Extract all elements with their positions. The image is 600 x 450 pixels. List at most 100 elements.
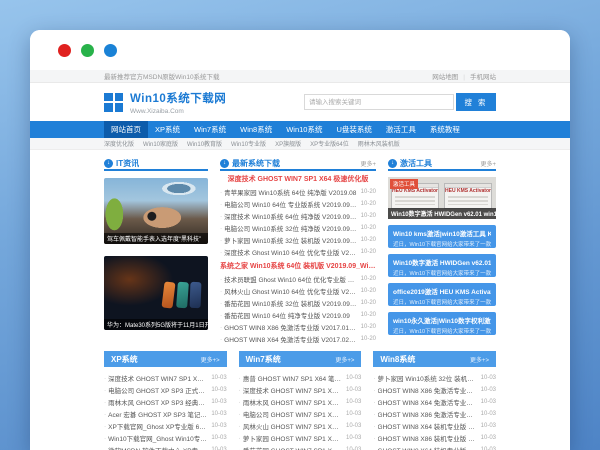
download-list-item[interactable]: XP下载官网_Ghost XP专业版 64位 V20 10-03	[104, 420, 227, 432]
news-post-huawei[interactable]: 华为：Mate30系列5G版将于11月1日开售	[104, 256, 208, 330]
subnav-link[interactable]: Win10教育版	[187, 139, 222, 148]
top-link[interactable]: 网站地图	[432, 71, 458, 81]
tool-box[interactable]: Win10数字激活 HWIDGen v62.01 win10激活 近日，Win1…	[388, 254, 496, 277]
tool-box[interactable]: win10永久激活|Win10数字权利激活神器 HWI 近日，Win10下载官网…	[388, 312, 496, 335]
item-date: 10-20	[361, 288, 376, 294]
nav-item[interactable]: 网站首页	[104, 121, 148, 138]
download-list-item[interactable]: 番茄花园 Win10系统 32位 装机版 V2019.09_Win10 10-2…	[220, 297, 376, 309]
window-maximize-icon[interactable]	[104, 44, 117, 57]
download-list-item[interactable]: 深度技术 GHOST WIN7 SP1 X64 中秋 10-03	[239, 384, 362, 396]
item-date: 10-03	[346, 423, 361, 429]
download-list-item[interactable]: 电脑公司 GHOST WIN7 SP1 X86 正式 10-03	[239, 408, 362, 420]
nav-item[interactable]: XP系统	[148, 121, 187, 138]
tools-more-link[interactable]: 更多+	[480, 159, 496, 168]
download-list-item[interactable]: GHOST WIN8 X64 装机专业版 V2017 10-03	[373, 444, 496, 450]
xp-more-link[interactable]: 更多+>	[201, 355, 220, 364]
win8-more-link[interactable]: 更多+>	[470, 355, 489, 364]
download-list-item[interactable]: 深度技术 Ghost Win10 64位 优化专业版 V2019.09 10-2…	[220, 246, 376, 258]
download-list-item[interactable]: GHOST WIN8 X64 免激活专业版 V201 10-03	[373, 396, 496, 408]
download-list-item[interactable]: GHOST WIN8 X86 免激活专业版 V201 10-03	[373, 408, 496, 420]
nav-item[interactable]: Win10系统	[279, 121, 329, 138]
download-list-item[interactable]: 番茄花园 Win10 64位 纯净专业版 V2019.09 10-20	[220, 309, 376, 321]
item-title: 风林火山 Ghost Win10 64位 优化专业版 V2019.09	[224, 286, 356, 296]
subnav-link[interactable]: XP旗舰版	[275, 139, 301, 148]
tool-box-list: Win10 kms激活|win10激活工具 KMS-VL-ALL 近日，Win1…	[388, 225, 496, 335]
xp-section-header: XP系统 更多+>	[104, 351, 227, 367]
featured-headline[interactable]: 深度技术 GHOST WIN7 SP1 X64 极速优化版	[220, 174, 376, 186]
search-button[interactable]: 搜 索	[456, 93, 496, 111]
win7-section-header: Win7系统 更多+>	[239, 351, 362, 367]
nav-item[interactable]: Win8系统	[233, 121, 279, 138]
download-list-item[interactable]: GHOST WIN8 X86 免激活专业版 V201 10-03	[373, 384, 496, 396]
download-list-item[interactable]: 番茄花园 GHOST WIN7 SP1 X64 装机 10-03	[239, 444, 362, 450]
item-title: 深度技术 Ghost Win10 64位 优化专业版 V2019.09	[224, 247, 356, 257]
latest-more-link[interactable]: 更多+	[360, 159, 376, 168]
download-list-item[interactable]: 惠普 GHOST WIN7 SP1 X64 笔记本官 10-03	[239, 372, 362, 384]
download-list-item[interactable]: 微软MSDN 软件下载中心 XP专业版19 10-03	[104, 444, 227, 450]
brand-block[interactable]: Win10系统下载网 Www.Xizaiba.Com	[130, 90, 226, 115]
download-list-item[interactable]: 风林火山 GHOST WIN7 SP1 X86 优化 10-03	[239, 420, 362, 432]
top-link[interactable]: 手机网站	[458, 71, 496, 81]
item-title: GHOST WIN8 X86 装机专业版 V2017	[378, 433, 477, 443]
item-title: 深度技术 GHOST WIN7 SP1 X64 极速	[108, 373, 207, 383]
news-post-car[interactable]: 驾车佩戴智能手表入选年度“黑科技”	[104, 178, 208, 244]
download-list-item[interactable]: GHOST WIN8 X86 免激活专业版 V2017.01(32位) 10-2…	[220, 321, 376, 333]
item-date: 10-03	[346, 387, 361, 393]
nav-item[interactable]: 系统教程	[423, 121, 467, 138]
download-list-item[interactable]: 电脑公司 Win10系统 32位 纯净版 V2019.09_Win10 10-2…	[220, 222, 376, 234]
tool-box-desc: 近日，Win10下载官网给大家带来了一款受欢迎的win10激	[393, 327, 491, 335]
subnav-link[interactable]: 深度优化版	[104, 139, 134, 148]
download-list-item[interactable]: 深度技术 GHOST WIN7 SP1 X64 极速 10-03	[104, 372, 227, 384]
item-title: 电脑公司 Win10系统 32位 纯净版 V2019.09_Win10	[224, 223, 356, 233]
download-list-item[interactable]: 风林火山 Ghost Win10 64位 优化专业版 V2019.09 10-2…	[220, 285, 376, 297]
download-list-item[interactable]: Acer 宏碁 GHOST XP SP3 笔记本通用 10-03	[104, 408, 227, 420]
win7-more-link[interactable]: 更多+>	[335, 355, 354, 364]
item-date: 10-03	[211, 423, 226, 429]
download-list-item[interactable]: GHOST WIN8 X64 装机专业版 V2019 10-03	[373, 420, 496, 432]
download-list-item[interactable]: GHOST WIN8 X86 装机专业版 V2017 10-03	[373, 432, 496, 444]
subnav-link[interactable]: Win10家庭版	[143, 139, 178, 148]
item-title: Acer 宏碁 GHOST XP SP3 笔记本通用	[108, 409, 207, 419]
download-list-item[interactable]: 电脑公司 Win10 64位 专业版系统 V2019.09_Win10 10-2…	[220, 198, 376, 210]
window-close-icon[interactable]	[58, 44, 71, 57]
download-list-item[interactable]: 技术员联盟 Ghost Win10 64位 优化专业版 V2019.09 10-…	[220, 273, 376, 285]
window-minimize-icon[interactable]	[81, 44, 94, 57]
item-title: GHOST WIN8 X64 装机专业版 V2019	[378, 421, 477, 431]
download-list-item[interactable]: 萝卜家园 Win10系统 32位 装机版 V2019.09_Win10 10-2…	[220, 234, 376, 246]
download-list-item[interactable]: Win10下载官网_Ghost Win10专业版 6 10-03	[104, 432, 227, 444]
subnav-link[interactable]: Win10专业版	[231, 139, 266, 148]
item-title: 番茄花园 Win10系统 32位 装机版 V2019.09_Win10	[224, 298, 356, 308]
it-news-header: ↓ IT资讯	[104, 158, 208, 171]
featured-headline[interactable]: 系统之家 Win10系统 64位 装机版 V2019.09_Win10	[220, 261, 376, 273]
download-list-item[interactable]: 电脑公司 GHOST XP SP3 正式专业版 V 10-03	[104, 384, 227, 396]
download-list-item[interactable]: GHOST WIN8 X64 免激活专业版 V2017.02(64位) 10-2…	[220, 333, 376, 345]
download-list-item[interactable]: 青苹果家园 Win10系统 64位 纯净版 V2019.08 10-20	[220, 186, 376, 198]
item-date: 10-20	[361, 324, 376, 330]
download-list-item[interactable]: 雨林木风 GHOST XP SP3 经典旗舰版 V 10-03	[104, 396, 227, 408]
download-list-item[interactable]: 雨林木风 GHOST WIN7 SP1 X86 经典 10-03	[239, 396, 362, 408]
download-list-item[interactable]: 深度技术 Win10系统 64位 纯净版 V2019.09_Win10 10-2…	[220, 210, 376, 222]
latest-list-2: 技术员联盟 Ghost Win10 64位 优化专业版 V2019.09 10-…	[220, 273, 376, 345]
site-header: Win10系统下载网 Www.Xizaiba.Com 搜 索	[30, 83, 570, 121]
download-list-item[interactable]: 萝卜家园 Win10系统 32位 装机版 V2019 10-03	[373, 372, 496, 384]
item-title: GHOST WIN8 X64 免激活专业版 V2017.02(64位)	[224, 334, 356, 344]
nav-item[interactable]: Win7系统	[187, 121, 233, 138]
item-date: 10-20	[361, 276, 376, 282]
tool-box[interactable]: office2019激活 HEU KMS Activator v19.0 近日，…	[388, 283, 496, 306]
tool-screenshot-caption: Win10数字激活 HWIDGen v62.01 win10激	[388, 208, 496, 219]
item-date: 10-03	[481, 423, 496, 429]
item-date: 10-20	[361, 237, 376, 243]
latest-downloads-column: ↓ 最新系统下载 更多+ 深度技术 GHOST WIN7 SP1 X64 极速优…	[220, 158, 376, 345]
it-news-title: IT资讯	[116, 158, 139, 169]
windows-logo-icon[interactable]	[104, 93, 123, 112]
tool-box[interactable]: Win10 kms激活|win10激活工具 KMS-VL-ALL 近日，Win1…	[388, 225, 496, 248]
nav-item[interactable]: U盘装系统	[329, 121, 378, 138]
subnav-link[interactable]: 雨林木风装机版	[358, 139, 400, 148]
webpage: 最新推荐官方MSDN原版Win10系统下载 网站地图手机网站 Win10系统下载…	[30, 70, 570, 450]
activation-tools-column: ↓ 激活工具 更多+ 激活工具 HEU KMS Activator	[388, 158, 496, 345]
nav-item[interactable]: 激活工具	[379, 121, 423, 138]
search-input[interactable]	[304, 94, 454, 110]
download-list-item[interactable]: 萝卜家园 GHOST WIN7 SP1 X86 极速 10-03	[239, 432, 362, 444]
subnav-link[interactable]: XP专业版64位	[310, 139, 349, 148]
tool-screenshot[interactable]: 激活工具 HEU KMS Activator HEU KMS Activator…	[388, 177, 496, 219]
